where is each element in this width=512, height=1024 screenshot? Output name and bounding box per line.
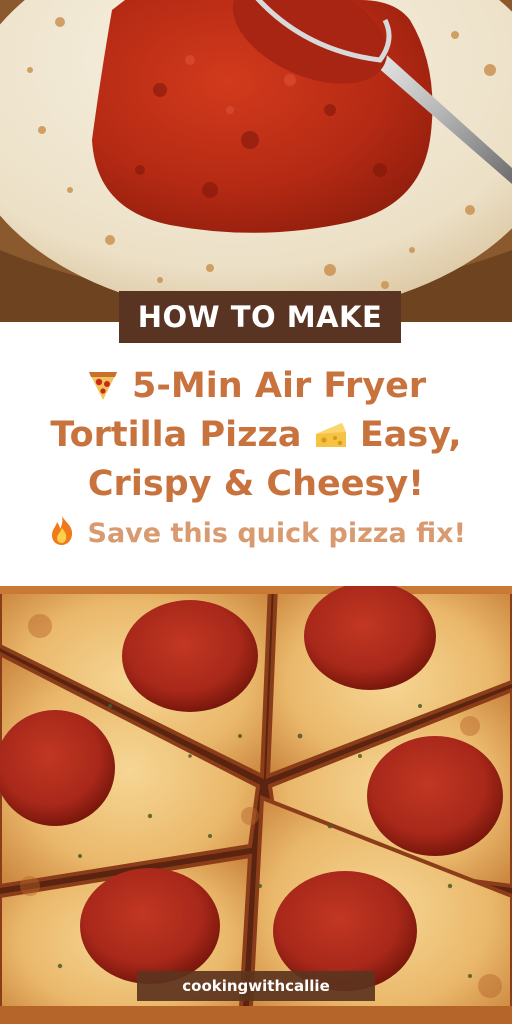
fire-icon (46, 514, 78, 555)
title-panel: 5-Min Air Fryer Tortilla Pizza Easy, Cri… (0, 322, 512, 586)
tortilla-sauce-photo (0, 0, 512, 322)
cheese-icon (314, 417, 348, 462)
title-line-1-text: 5-Min Air Fryer (132, 366, 427, 406)
title-line-1: 5-Min Air Fryer (0, 364, 512, 413)
pizza-photo (0, 586, 512, 1024)
title-line-2: Tortilla Pizza Easy, (0, 413, 512, 462)
recipe-title: 5-Min Air Fryer Tortilla Pizza Easy, Cri… (0, 364, 512, 507)
subtitle-text: Save this quick pizza fix! (87, 518, 466, 549)
title-line-2a-text: Tortilla Pizza (50, 415, 302, 455)
creator-handle: cookingwithcallie (137, 971, 375, 1001)
pizza-icon (86, 367, 120, 413)
title-line-2b-text: Easy, (359, 415, 462, 455)
subtitle: Save this quick pizza fix! (0, 514, 512, 555)
title-line-3: Crispy & Cheesy! (87, 464, 425, 504)
how-to-make-banner: HOW TO MAKE (119, 291, 401, 343)
